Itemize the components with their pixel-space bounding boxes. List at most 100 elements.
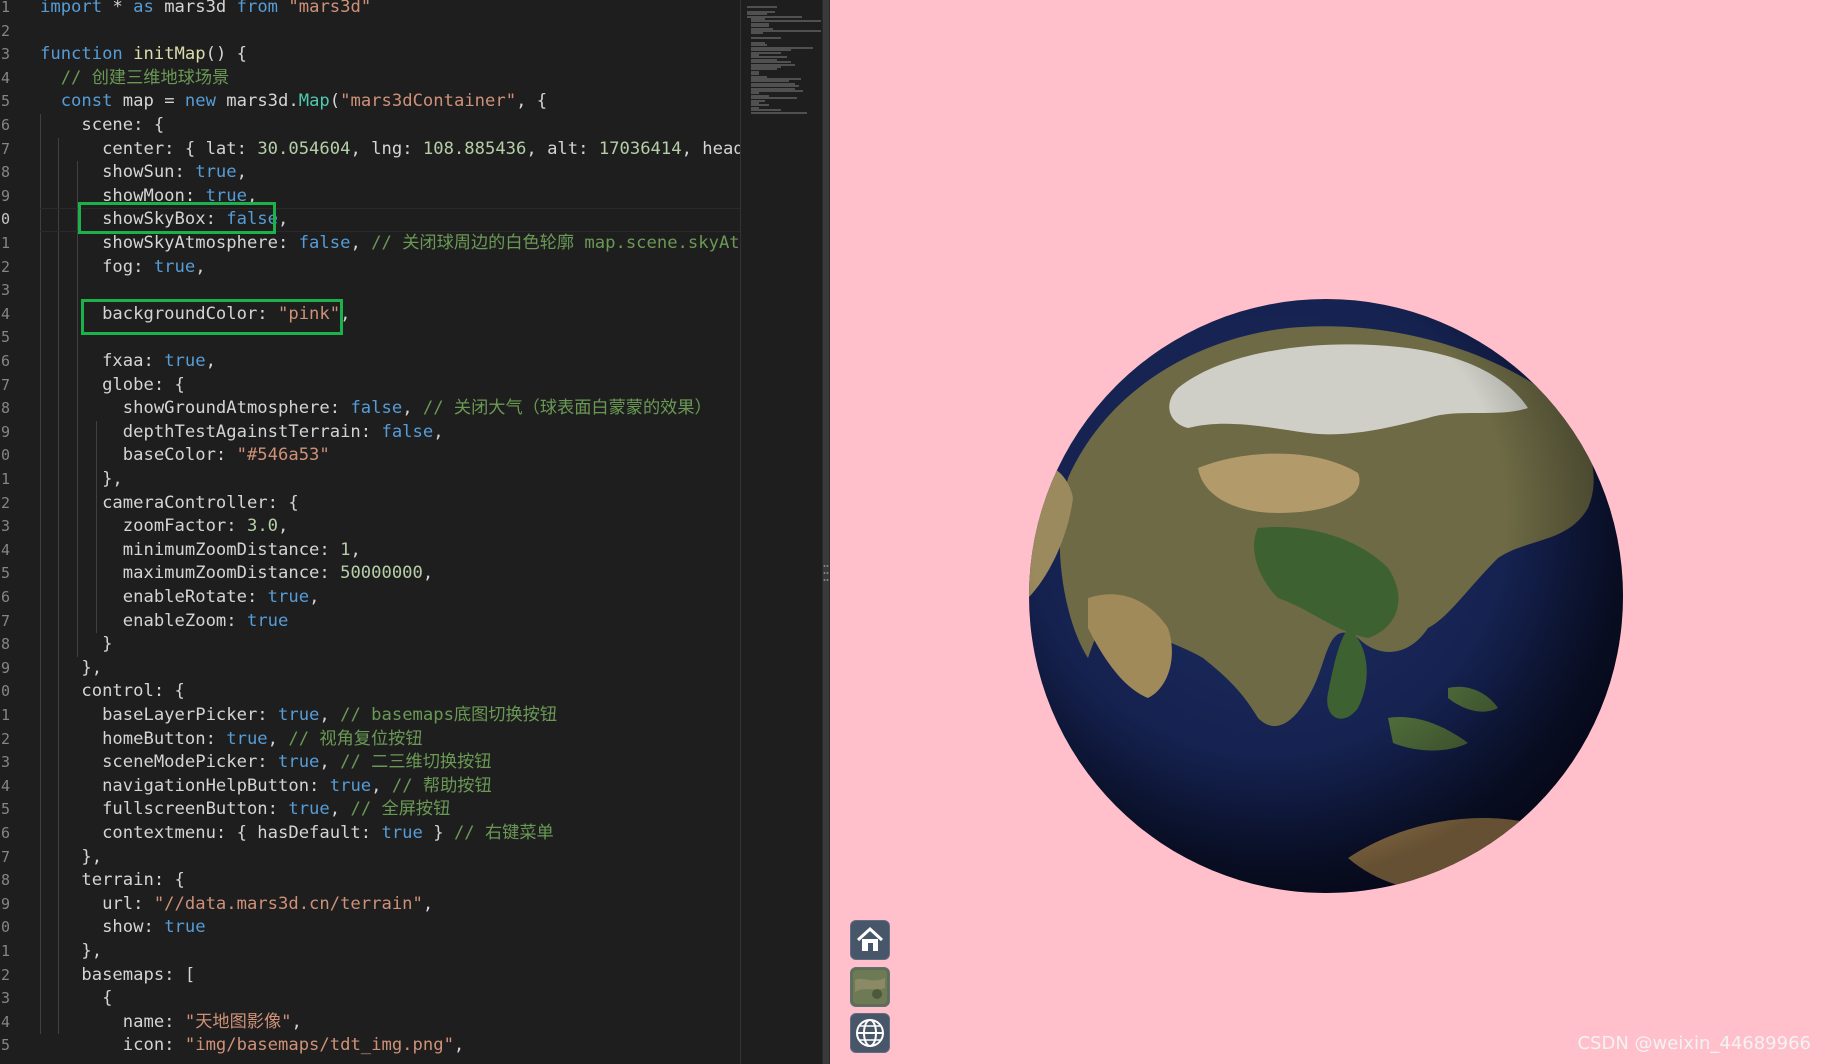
code-line[interactable]: fullscreenButton: true, // 全屏按钮	[40, 798, 740, 822]
line-number: 1	[0, 706, 10, 724]
code-editor[interactable]: 1 2 3 4 5 6 7 8 9 0 1 2 3 4 5 6 7 8 9 0 1 2 3 4 5 6 7 8 9 0 1 2 3 4 5 6 7 8 9 0…	[0, 0, 740, 1064]
code-line[interactable]: },	[40, 468, 740, 492]
code-line[interactable]: fxaa: true,	[40, 350, 740, 374]
code-line[interactable]: terrain: {	[40, 869, 740, 893]
code-token: ,	[319, 752, 341, 773]
code-line[interactable]: control: {	[40, 680, 740, 704]
code-line[interactable]: enableRotate: true,	[40, 586, 740, 610]
scrollbar-thumb[interactable]	[823, 0, 829, 1064]
home-icon	[856, 926, 884, 951]
code-line[interactable]: minimumZoomDistance: 1,	[40, 539, 740, 563]
code-line[interactable]: show: true	[40, 916, 740, 940]
code-line[interactable]: },	[40, 657, 740, 681]
earth-globe[interactable]	[1028, 298, 1624, 894]
code-token: "天地图影像"	[184, 1011, 292, 1032]
line-number: 9	[0, 422, 10, 441]
code-token: ,	[319, 705, 341, 725]
home-button[interactable]	[850, 920, 890, 960]
code-token: showSkyAtmosphere:	[40, 233, 299, 253]
basemap-picker-button[interactable]	[850, 967, 890, 1007]
code-line[interactable]: showSkyAtmosphere: false, // 关闭球周边的白色轮廓 …	[40, 232, 740, 256]
code-line[interactable]: }	[40, 633, 740, 657]
line-number: 9	[0, 186, 10, 205]
code-line[interactable]: // 创建三维地球场景	[40, 67, 740, 91]
code-line[interactable]: basemaps: [	[40, 964, 740, 988]
code-token: "mars3d"	[288, 0, 372, 17]
code-line[interactable]: },	[40, 846, 740, 870]
code-line[interactable]: scene: {	[40, 114, 740, 138]
minimap-line	[751, 32, 763, 35]
code-line[interactable]: name: "天地图影像",	[40, 1011, 740, 1035]
code-token: mars3d	[153, 0, 237, 17]
code-token: (	[329, 91, 341, 112]
line-number: 3	[0, 753, 10, 772]
code-token: from	[236, 0, 279, 17]
line-number: 5	[0, 328, 10, 347]
line-number: 7	[0, 847, 10, 866]
code-token: ,	[453, 1035, 465, 1056]
line-number: 2	[0, 257, 10, 276]
editor-minimap[interactable]	[740, 0, 823, 1064]
code-token: // 关闭球周边的白色轮廓 map.scene.skyAtmos	[371, 233, 740, 253]
code-token: Map	[298, 91, 330, 112]
code-token: import	[40, 0, 103, 17]
code-line[interactable]: navigationHelpButton: true, // 帮助按钮	[40, 775, 740, 799]
code-line[interactable]: baseLayerPicker: true, // basemaps底图切换按钮	[40, 704, 740, 728]
code-token: , heading:	[681, 138, 740, 159]
code-token: icon:	[40, 1035, 185, 1056]
code-token: sceneModePicker:	[40, 752, 278, 773]
code-line[interactable]: cameraController: {	[40, 492, 740, 516]
code-token: false	[350, 398, 403, 419]
code-line[interactable]: import * as mars3d from "mars3d"	[40, 0, 740, 20]
code-line[interactable]: maximumZoomDistance: 50000000,	[40, 562, 740, 586]
code-line[interactable]: fog: true,	[40, 256, 740, 280]
code-line[interactable]: center: { lat: 30.054604, lng: 108.88543…	[40, 138, 740, 162]
code-line[interactable]: zoomFactor: 3.0,	[40, 515, 740, 539]
code-token: name:	[40, 1011, 185, 1032]
code-line[interactable]: baseColor: "#546a53"	[40, 444, 740, 468]
pane-splitter-grip-icon[interactable]	[822, 562, 830, 584]
line-number: 4	[0, 68, 10, 87]
editor-scrollbar[interactable]	[822, 0, 830, 1064]
code-token: , alt:	[526, 138, 599, 159]
line-number: 7	[0, 611, 10, 630]
line-number: 7	[0, 375, 10, 394]
code-token: center: { lat:	[40, 138, 258, 159]
code-line[interactable]: showSun: true,	[40, 161, 740, 185]
code-line[interactable]: homeButton: true, // 视角复位按钮	[40, 728, 740, 752]
code-line[interactable]: {	[40, 987, 740, 1011]
line-number: 8	[0, 163, 10, 182]
code-token: true	[381, 823, 423, 843]
line-number: 8	[0, 635, 10, 654]
code-token: ,	[278, 209, 289, 230]
code-token: 3.0	[246, 516, 279, 537]
code-token: true	[153, 256, 196, 277]
code-token: control: {	[40, 681, 185, 702]
code-token: // 视角复位按钮	[288, 728, 423, 749]
line-number: 3	[0, 517, 10, 536]
code-line[interactable]	[40, 20, 740, 44]
scene-mode-button[interactable]	[850, 1013, 890, 1053]
code-token: },	[40, 657, 103, 678]
line-number: 7	[0, 139, 10, 158]
code-line[interactable]: globe: {	[40, 374, 740, 398]
code-line[interactable]: depthTestAgainstTerrain: false,	[40, 421, 740, 445]
code-line[interactable]: enableZoom: true	[40, 610, 740, 634]
code-token: // 全屏按钮	[350, 799, 451, 820]
code-token: showGroundAtmosphere:	[40, 398, 351, 419]
line-number: 9	[0, 894, 10, 913]
code-line[interactable]: showGroundAtmosphere: false, // 关闭大气（球表面…	[40, 397, 740, 421]
code-line[interactable]: url: "//data.mars3d.cn/terrain",	[40, 893, 740, 917]
code-token: ,	[267, 728, 289, 749]
code-token: ,	[205, 351, 216, 371]
code-line[interactable]: contextmenu: { hasDefault: true } // 右键菜…	[40, 822, 740, 846]
line-number: 6	[0, 824, 10, 842]
code-line[interactable]: sceneModePicker: true, // 二三维切换按钮	[40, 751, 740, 775]
code-line[interactable]: const map = new mars3d.Map("mars3dContai…	[40, 90, 740, 114]
code-line[interactable]: function initMap() {	[40, 43, 740, 67]
line-number: 6	[0, 116, 10, 134]
code-line[interactable]: },	[40, 940, 740, 964]
code-line[interactable]: icon: "img/basemaps/tdt_img.png",	[40, 1034, 740, 1058]
mars3d-viewer[interactable]: CSDN @weixin_44689966	[830, 0, 1826, 1064]
